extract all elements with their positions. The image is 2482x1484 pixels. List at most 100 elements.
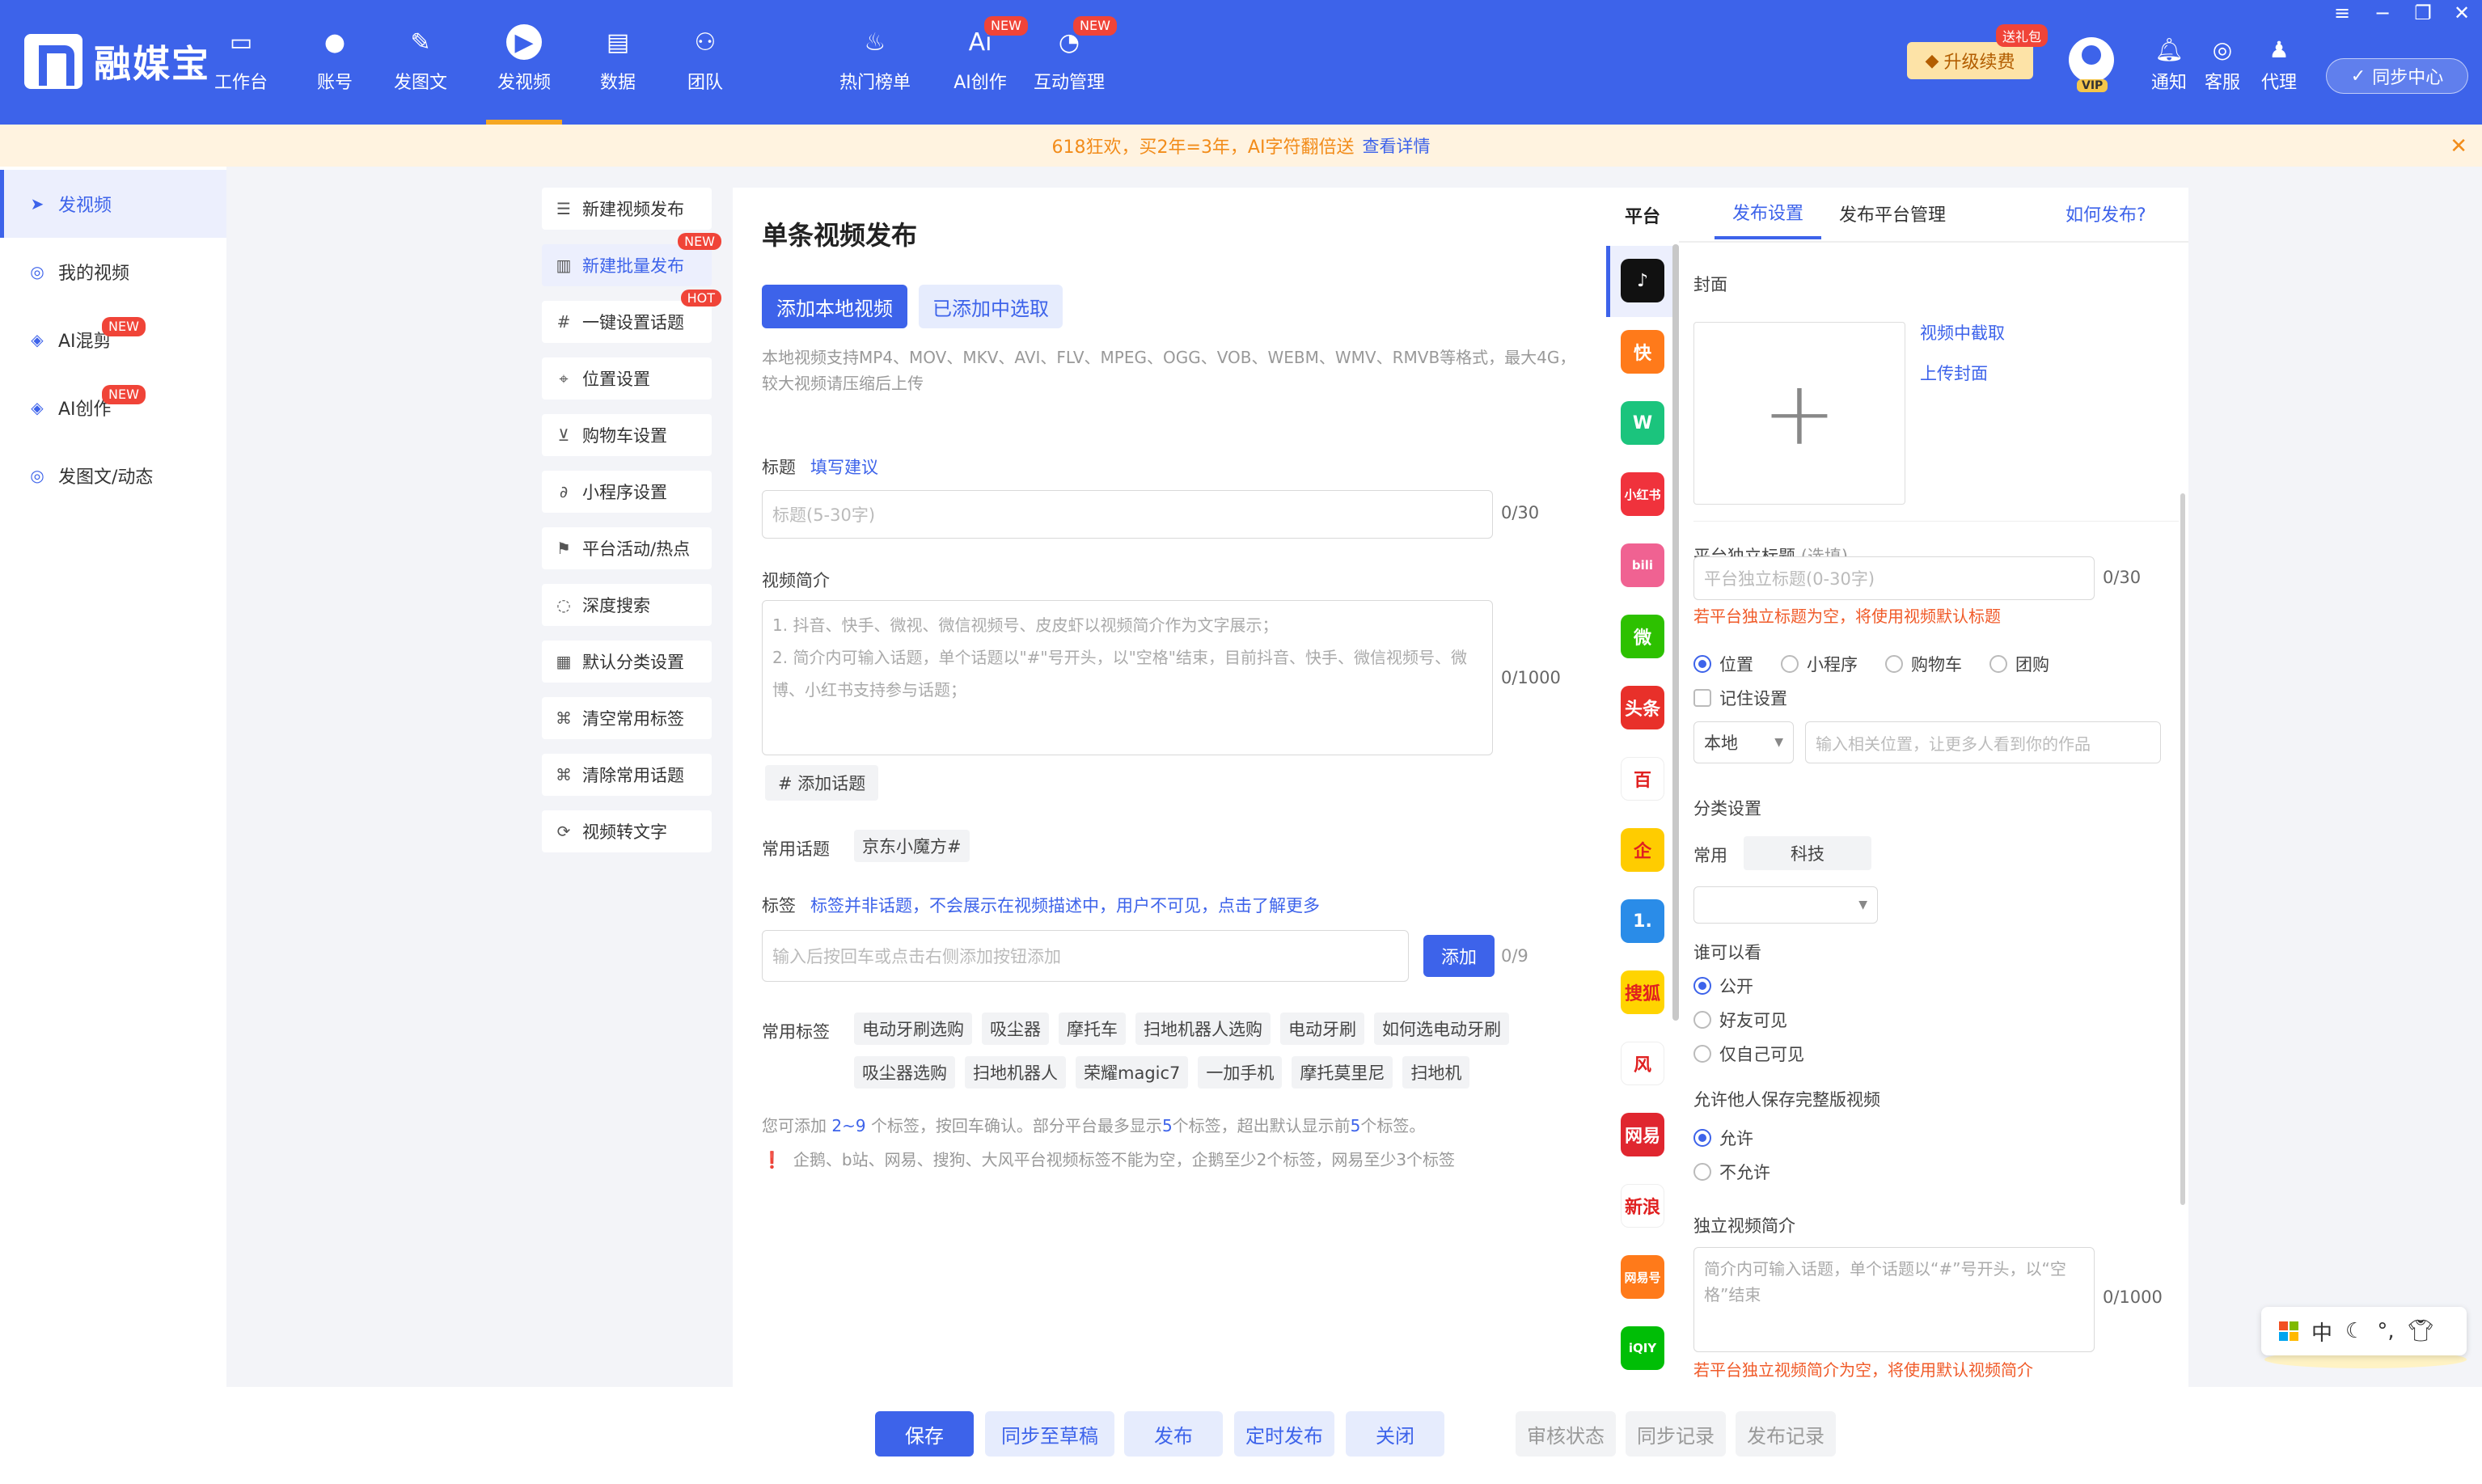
- xinlang-icon[interactable]: 新浪: [1621, 1184, 1664, 1228]
- topnav-6[interactable]: ♨ 热门榜单: [831, 24, 920, 125]
- common-topic-chip[interactable]: 京东小魔方#: [854, 830, 970, 862]
- ime-toolbar[interactable]: 中 ☾ °, 👕︎: [2261, 1307, 2467, 1355]
- radio-deny[interactable]: 不允许: [1693, 1160, 1770, 1184]
- subnav-item-6[interactable]: ⚑ 平台活动/热点: [542, 527, 712, 569]
- topnav-5[interactable]: ⚇ 团队: [661, 24, 750, 125]
- subnav-item-1[interactable]: ▥ 新建批量发布 NEW: [542, 233, 721, 286]
- publish-log-button[interactable]: 发布记录: [1736, 1411, 1836, 1457]
- agent-button[interactable]: ♟ 代理: [2255, 36, 2303, 94]
- common-tag-chip[interactable]: 摩托车: [1059, 1013, 1126, 1045]
- close-button[interactable]: 关闭: [1346, 1411, 1444, 1457]
- subnav-item-9[interactable]: ⌘ 清空常用标签: [542, 697, 712, 739]
- common-tag-chip[interactable]: 吸尘器: [982, 1013, 1049, 1045]
- avatar[interactable]: [2069, 37, 2114, 82]
- radio-allow[interactable]: 允许: [1693, 1126, 1753, 1150]
- subnav-item-5[interactable]: ∂ 小程序设置: [542, 471, 712, 513]
- common-tag-chip[interactable]: 吸尘器选购: [854, 1056, 955, 1089]
- location-scope-select[interactable]: 本地 ▼: [1693, 721, 1794, 763]
- tab-platform-manage[interactable]: 发布平台管理: [1839, 188, 1946, 239]
- notify-button[interactable]: 🔔︎ 通知: [2145, 36, 2193, 94]
- ind-desc-textarea[interactable]: 简介内可输入话题，单个话题以“#”号开头，以“空格”结束: [1693, 1247, 2095, 1352]
- topnav-7[interactable]: Ai AI创作 NEW: [936, 16, 1028, 125]
- remember-checkbox[interactable]: 记住设置: [1693, 686, 1787, 710]
- platform-scrollbar[interactable]: [1672, 244, 1679, 1021]
- common-tag-chip[interactable]: 电动牙刷选购: [854, 1013, 972, 1045]
- radio-friends[interactable]: 好友可见: [1693, 1008, 1787, 1032]
- sohu-icon[interactable]: 搜狐: [1621, 970, 1664, 1014]
- netease-icon[interactable]: 网易: [1621, 1113, 1664, 1156]
- radio-location[interactable]: 位置: [1693, 652, 1753, 676]
- schedule-publish-button[interactable]: 定时发布: [1234, 1411, 1334, 1457]
- douyin-icon[interactable]: ♪: [1621, 259, 1664, 302]
- subnav-item-11[interactable]: ⟳ 视频转文字: [542, 810, 712, 852]
- save-button[interactable]: 保存: [875, 1411, 974, 1457]
- subnav-item-0[interactable]: ☰ 新建视频发布: [542, 188, 712, 230]
- minimize-icon[interactable]: −: [2366, 2, 2399, 24]
- location-input[interactable]: 输入相关位置，让更多人看到你的作品: [1805, 721, 2161, 763]
- add-topic-button[interactable]: # 添加话题: [765, 765, 879, 801]
- add-local-video-button[interactable]: 添加本地视频: [762, 285, 907, 328]
- cover-from-video-link[interactable]: 视频中截取: [1920, 320, 2005, 345]
- upgrade-button[interactable]: ◆ 升级续费: [1907, 42, 2033, 79]
- common-tag-chip[interactable]: 摩托莫里尼: [1292, 1056, 1393, 1089]
- common-tag-chip[interactable]: 扫地机: [1402, 1056, 1470, 1089]
- title-input[interactable]: 标题(5-30字): [762, 490, 1493, 539]
- topnav-4[interactable]: ▤ 数据: [573, 24, 662, 125]
- tab-publish-settings[interactable]: 发布设置: [1715, 188, 1821, 239]
- qq-icon[interactable]: 企: [1621, 828, 1664, 872]
- baijia-icon[interactable]: 百: [1621, 757, 1664, 801]
- dafeng-icon[interactable]: 风: [1621, 1042, 1664, 1085]
- radio-group-buy[interactable]: 团购: [1989, 652, 2049, 676]
- topnav-1[interactable]: ● 账号: [290, 24, 379, 125]
- punctuation-icon[interactable]: °,: [2377, 1319, 2394, 1343]
- tag-input[interactable]: 输入后按回车或点击右侧添加按钮添加: [762, 930, 1409, 982]
- app-logo[interactable]: 融媒宝: [24, 34, 210, 89]
- sidebar-item-2[interactable]: ◈ AI混剪 NEW: [0, 306, 226, 374]
- category-chip[interactable]: 科技: [1744, 836, 1871, 870]
- radio-self[interactable]: 仅自己可见: [1693, 1042, 1804, 1066]
- topnav-3[interactable]: ▶ 发视频: [480, 24, 569, 125]
- radio-miniprogram[interactable]: 小程序: [1781, 652, 1858, 676]
- sidebar-item-1[interactable]: ◎ 我的视频: [0, 238, 226, 306]
- common-tag-chip[interactable]: 荣耀magic7: [1076, 1056, 1189, 1089]
- iqiyi-icon[interactable]: iQIY: [1621, 1326, 1664, 1370]
- shirt-icon[interactable]: 👕︎: [2408, 1319, 2434, 1343]
- sync-draft-button[interactable]: 同步至草稿: [985, 1411, 1114, 1457]
- sidebar-item-3[interactable]: ◈ AI创作 NEW: [0, 374, 226, 442]
- common-tag-chip[interactable]: 一加手机: [1198, 1056, 1283, 1089]
- sync-log-button[interactable]: 同步记录: [1626, 1411, 1726, 1457]
- close-window-icon[interactable]: ✕: [2446, 2, 2478, 24]
- service-button[interactable]: ◎ 客服: [2198, 36, 2247, 94]
- sync-center-button[interactable]: ✓ 同步中心: [2326, 58, 2468, 94]
- select-added-button[interactable]: 已添加中选取: [919, 285, 1063, 328]
- publish-button[interactable]: 发布: [1124, 1411, 1223, 1457]
- subnav-item-8[interactable]: ▦ 默认分类设置: [542, 641, 712, 683]
- zaker-icon[interactable]: 网易号: [1621, 1255, 1664, 1299]
- add-tag-button[interactable]: 添加: [1423, 935, 1495, 977]
- toutiao-icon[interactable]: 头条: [1621, 686, 1664, 729]
- cover-upload-link[interactable]: 上传封面: [1920, 361, 1988, 385]
- ime-lang[interactable]: 中: [2311, 1317, 2332, 1347]
- settings-scrollbar[interactable]: [2180, 493, 2185, 1205]
- wechat-channels-icon[interactable]: 微: [1621, 615, 1664, 658]
- sidebar-item-4[interactable]: ◎ 发图文/动态: [0, 442, 226, 509]
- review-status-button[interactable]: 审核状态: [1516, 1411, 1616, 1457]
- xiaohongshu-icon[interactable]: 小红书: [1621, 472, 1664, 516]
- kuaishou-icon[interactable]: 快: [1621, 330, 1664, 374]
- radio-cart[interactable]: 购物车: [1885, 652, 1962, 676]
- title-suggest-link[interactable]: 填写建议: [810, 455, 878, 479]
- close-icon[interactable]: ✕: [2450, 134, 2467, 159]
- subnav-item-4[interactable]: ⊻ 购物车设置: [542, 414, 712, 456]
- sidebar-item-0[interactable]: ➤ 发视频: [0, 170, 226, 238]
- restore-icon[interactable]: ❐: [2407, 2, 2439, 24]
- topnav-2[interactable]: ✎ 发图文: [376, 24, 465, 125]
- topnav-0[interactable]: ▭ 工作台: [197, 24, 285, 125]
- weishi-icon[interactable]: W: [1621, 401, 1664, 445]
- howto-link[interactable]: 如何发布?: [2066, 188, 2146, 239]
- subnav-item-7[interactable]: ◌ 深度搜索: [542, 584, 712, 626]
- menu-icon[interactable]: ≡: [2326, 2, 2358, 24]
- radio-public[interactable]: 公开: [1693, 974, 1753, 998]
- moon-icon[interactable]: ☾: [2345, 1319, 2364, 1343]
- cover-upload-box[interactable]: +: [1693, 322, 1905, 505]
- yidian-icon[interactable]: 1.: [1621, 899, 1664, 943]
